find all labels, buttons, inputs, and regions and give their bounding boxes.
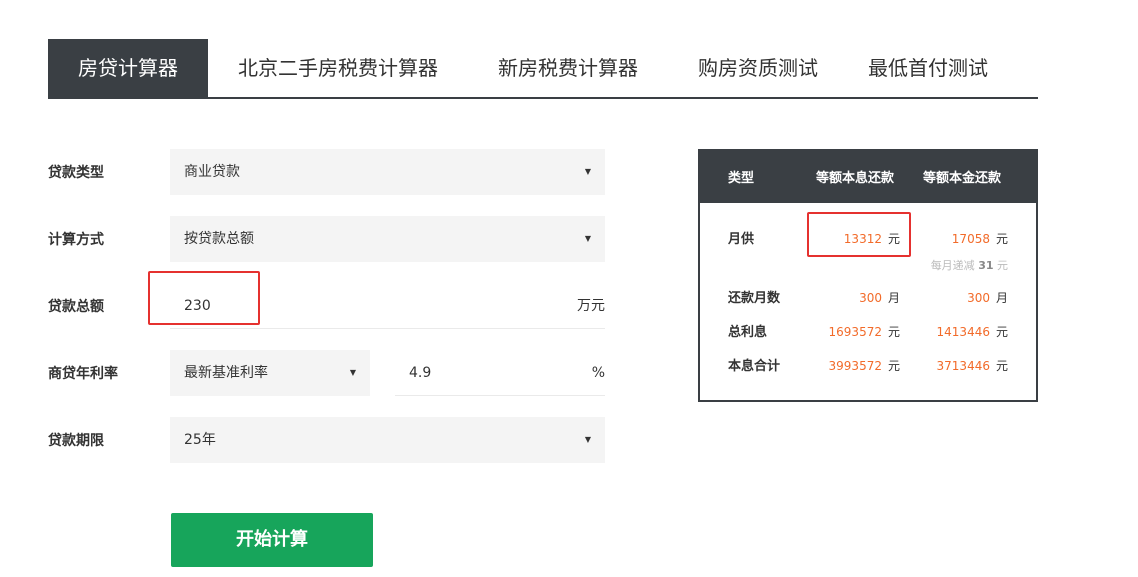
term-label: 贷款期限 [48, 433, 104, 449]
tab-mortgage-calculator[interactable]: 房贷计算器 [48, 39, 208, 97]
loan-type-select[interactable]: 商业贷款 ▼ [170, 149, 605, 195]
months-equal-payment: 300 月 [859, 290, 900, 306]
monthly-label: 月供 [728, 232, 755, 247]
loan-type-label: 贷款类型 [48, 165, 104, 181]
caret-down-icon: ▼ [584, 167, 591, 176]
months-equal-principal-unit: 月 [995, 291, 1008, 305]
total-equal-payment-value: 3993572 [828, 359, 882, 373]
result-header: 类型 等额本息还款 等额本金还款 [700, 151, 1036, 203]
decrease-prefix: 每月递减 [930, 259, 975, 272]
loan-amount-unit: 万元 [577, 298, 605, 314]
interest-equal-payment-unit: 元 [887, 325, 900, 339]
term-value: 25年 [184, 432, 216, 448]
mortgage-calculator-page: 房贷计算器 北京二手房税费计算器 新房税费计算器 购房资质测试 最低首付测试 贷… [0, 0, 1138, 577]
result-panel: 类型 等额本息还款 等额本金还款 月供 13312 元 17058 元 每月递减 3… [698, 149, 1038, 402]
total-equal-principal: 3713446 元 [937, 358, 1008, 374]
months-label: 还款月数 [728, 291, 781, 306]
term-select[interactable]: 25年 ▼ [170, 417, 605, 463]
total-label: 本息合计 [728, 359, 781, 374]
total-equal-principal-value: 3713446 [936, 359, 990, 373]
monthly-equal-principal-value: 17058 [951, 232, 990, 246]
months-equal-payment-unit: 月 [887, 291, 900, 305]
calculator-tabs: 房贷计算器 北京二手房税费计算器 新房税费计算器 购房资质测试 最低首付测试 [48, 39, 1038, 99]
caret-down-icon: ▼ [349, 368, 356, 377]
caret-down-icon: ▼ [584, 234, 591, 243]
interest-equal-principal-value: 1413446 [936, 325, 990, 339]
tab-min-down-payment[interactable]: 最低首付测试 [848, 39, 1008, 97]
calc-method-label: 计算方式 [48, 232, 104, 248]
interest-equal-principal: 1413446 元 [937, 324, 1008, 340]
loan-type-value: 商业贷款 [184, 164, 240, 180]
calc-method-value: 按贷款总额 [184, 231, 254, 247]
decrease-unit: 元 [997, 259, 1008, 272]
rate-type-select[interactable]: 最新基准利率 ▼ [170, 350, 370, 396]
months-equal-principal: 300 月 [967, 290, 1008, 306]
interest-label: 总利息 [728, 325, 768, 340]
rate-unit: % [591, 365, 605, 381]
decrease-value: 31 [978, 259, 994, 272]
months-equal-principal-value: 300 [967, 291, 990, 305]
result-header-equal-principal: 等额本金还款 [923, 171, 1002, 186]
interest-equal-payment: 1693572 元 [829, 324, 900, 340]
months-equal-payment-value: 300 [859, 291, 882, 305]
monthly-decrease-hint: 每月递减 31 元 [931, 258, 1008, 274]
total-equal-principal-unit: 元 [995, 359, 1008, 373]
rate-label: 商贷年利率 [48, 366, 118, 382]
total-equal-payment-unit: 元 [887, 359, 900, 373]
total-equal-payment: 3993572 元 [829, 358, 900, 374]
monthly-equal-principal: 17058 元 [952, 231, 1008, 247]
tab-new-house-tax[interactable]: 新房税费计算器 [468, 39, 668, 97]
interest-equal-principal-unit: 元 [995, 325, 1008, 339]
result-header-equal-payment: 等额本息还款 [816, 171, 895, 186]
rate-input[interactable]: 4.9 % [395, 350, 605, 396]
start-calculation-button[interactable]: 开始计算 [171, 513, 373, 567]
caret-down-icon: ▼ [584, 435, 591, 444]
calc-method-select[interactable]: 按贷款总额 ▼ [170, 216, 605, 262]
rate-type-value: 最新基准利率 [184, 365, 268, 381]
tab-beijing-resale-tax[interactable]: 北京二手房税费计算器 [208, 39, 468, 97]
loan-amount-highlight-box [148, 271, 260, 325]
rate-value: 4.9 [409, 365, 432, 381]
interest-equal-payment-value: 1693572 [828, 325, 882, 339]
result-header-type: 类型 [728, 171, 755, 186]
monthly-equal-principal-unit: 元 [995, 232, 1008, 246]
tab-purchase-qualification[interactable]: 购房资质测试 [668, 39, 848, 97]
monthly-payment-highlight-box [807, 212, 911, 257]
loan-amount-label: 贷款总额 [48, 299, 104, 315]
